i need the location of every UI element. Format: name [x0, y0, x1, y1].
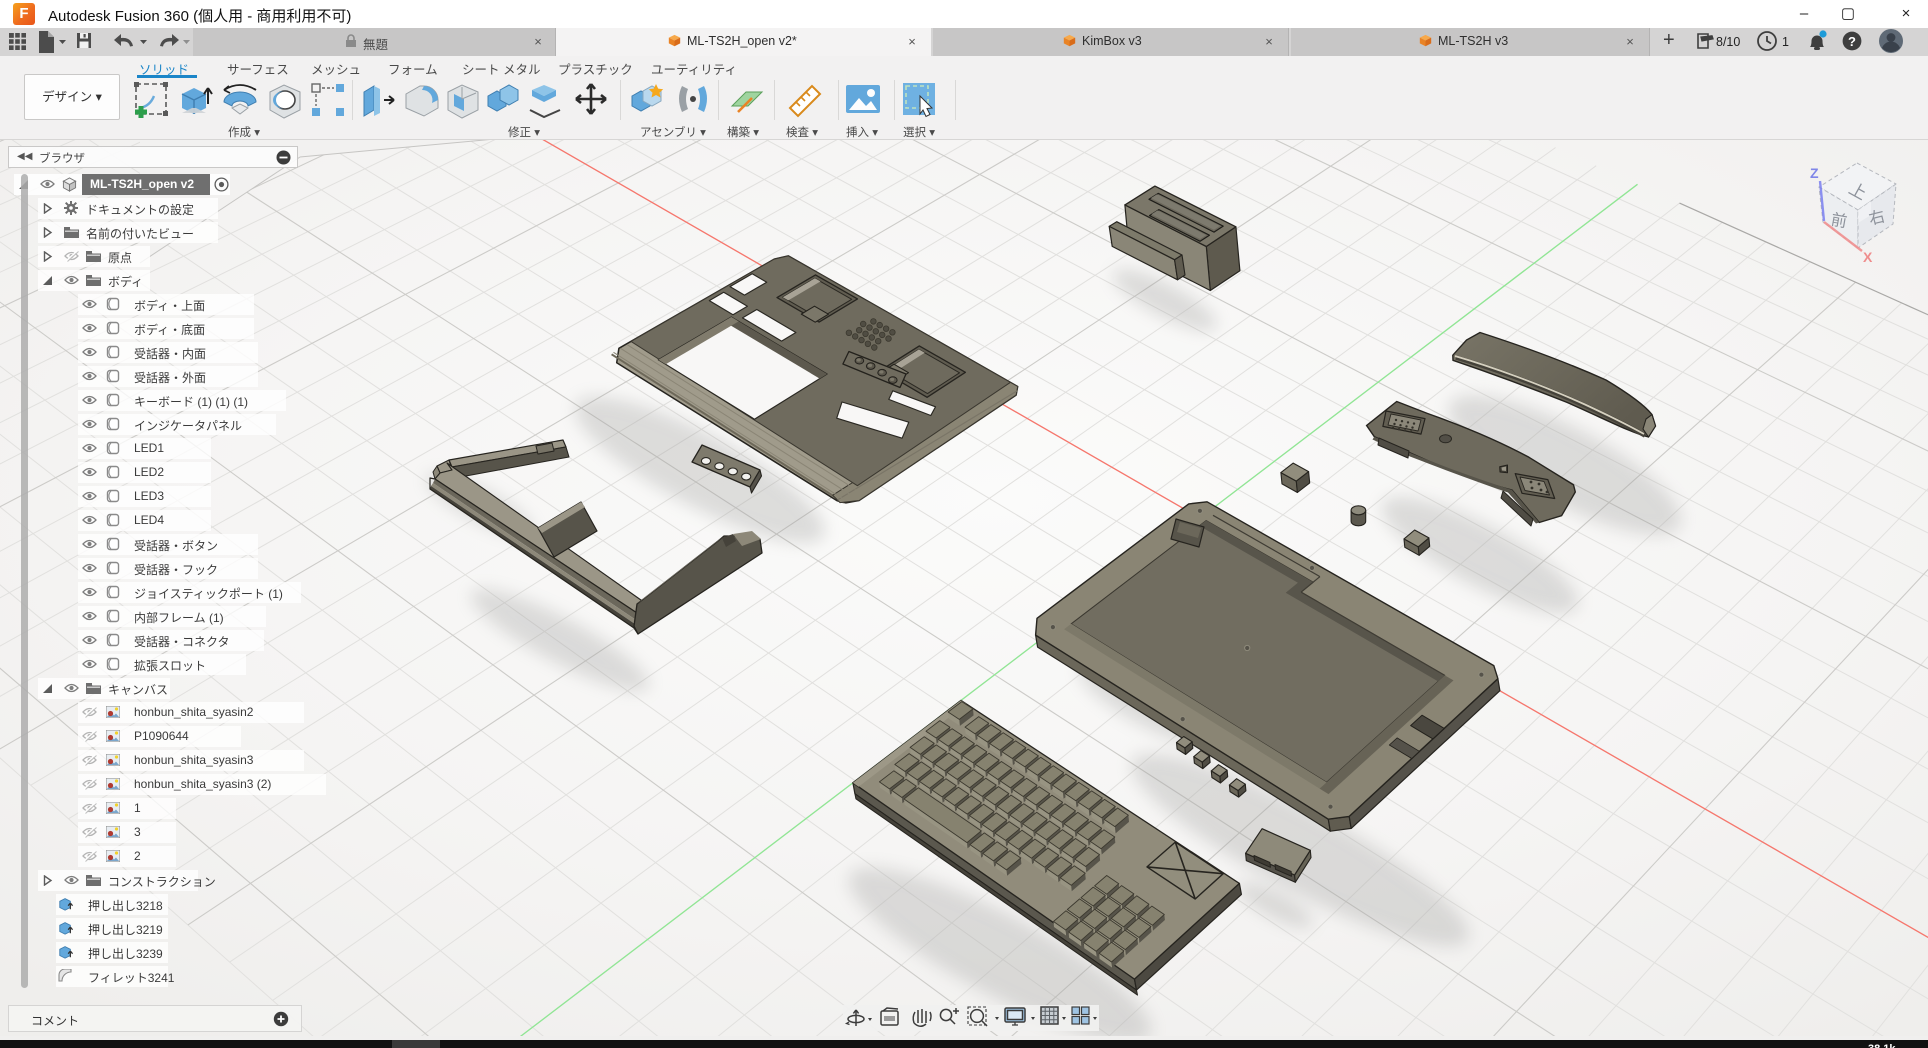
svg-text:8/10: 8/10	[1716, 35, 1740, 49]
svg-text:?: ?	[1848, 34, 1856, 49]
svg-text:X: X	[1863, 249, 1873, 265]
svg-text:1: 1	[1782, 35, 1789, 49]
svg-text:Z: Z	[1810, 165, 1819, 181]
